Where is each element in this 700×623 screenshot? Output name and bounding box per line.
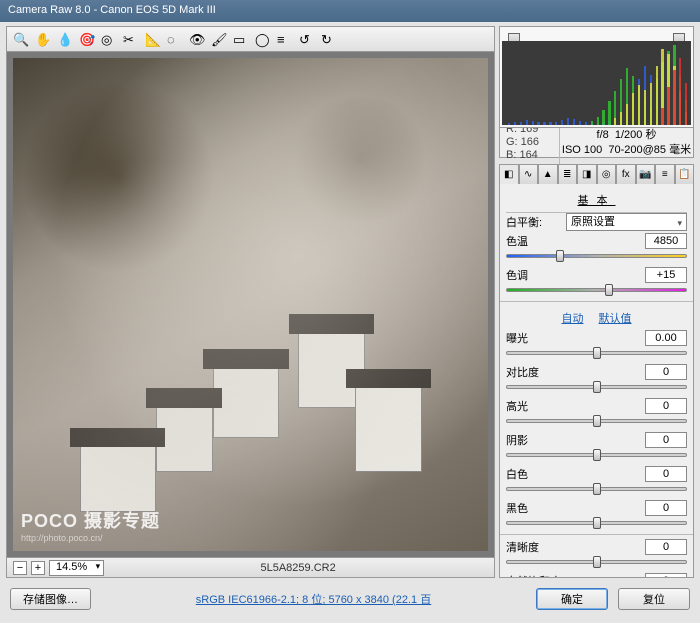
shadows-slider[interactable] bbox=[506, 450, 687, 460]
color-sampler-icon[interactable]: 🎯 bbox=[79, 32, 93, 46]
contrast-slider[interactable] bbox=[506, 382, 687, 392]
shadows-value[interactable]: 0 bbox=[645, 432, 687, 448]
tab-basic-icon[interactable]: ◧ bbox=[499, 164, 519, 184]
auto-link[interactable]: 自动 bbox=[561, 313, 583, 325]
contrast-value[interactable]: 0 bbox=[645, 364, 687, 380]
tab-camera-icon[interactable]: 📷 bbox=[636, 164, 656, 184]
tab-detail-icon[interactable]: ▲ bbox=[538, 164, 558, 184]
wb-select[interactable]: 原照设置 bbox=[566, 213, 687, 231]
exposure-label: 曝光 bbox=[506, 330, 562, 346]
whites-slider[interactable] bbox=[506, 484, 687, 494]
watermark: POCO 摄影专题 http://photo.poco.cn/ bbox=[21, 507, 160, 543]
shadows-label: 阴影 bbox=[506, 432, 562, 448]
whites-label: 白色 bbox=[506, 466, 562, 482]
rotate-ccw-icon[interactable]: ↺ bbox=[299, 32, 313, 46]
tab-lens-icon[interactable]: ◎ bbox=[597, 164, 617, 184]
panel-title: 基本 bbox=[506, 188, 687, 213]
hand-icon[interactable]: ✋ bbox=[35, 32, 49, 46]
default-link[interactable]: 默认值 bbox=[599, 313, 632, 325]
whites-value[interactable]: 0 bbox=[645, 466, 687, 482]
zoom-out-button[interactable]: − bbox=[13, 561, 27, 575]
title-bar: Camera Raw 8.0 - Canon EOS 5D Mark III bbox=[0, 0, 700, 22]
vibrance-label: 自然饱和度 bbox=[506, 573, 562, 578]
tab-fx-icon[interactable]: fx bbox=[616, 164, 636, 184]
spot-removal-icon[interactable]: ◌ bbox=[167, 32, 181, 46]
wb-label: 白平衡: bbox=[506, 214, 562, 230]
highlights-slider[interactable] bbox=[506, 416, 687, 426]
zoom-icon[interactable]: 🔍 bbox=[13, 32, 27, 46]
contrast-label: 对比度 bbox=[506, 364, 562, 380]
tab-presets-icon[interactable]: ≡ bbox=[655, 164, 675, 184]
tint-slider[interactable] bbox=[506, 285, 687, 295]
graduated-filter-icon[interactable]: ▭ bbox=[233, 32, 247, 46]
highlights-value[interactable]: 0 bbox=[645, 398, 687, 414]
temp-slider[interactable] bbox=[506, 251, 687, 261]
metadata-link[interactable]: sRGB IEC61966-2.1; 8 位; 5760 x 3840 (22.… bbox=[101, 591, 526, 607]
eyedropper-white-icon[interactable]: 💧 bbox=[57, 32, 71, 46]
target-adjust-icon[interactable]: ◎ bbox=[101, 32, 115, 46]
clarity-slider[interactable] bbox=[506, 557, 687, 567]
clarity-label: 清晰度 bbox=[506, 539, 562, 555]
filename-label: 5L5A8259.CR2 bbox=[108, 562, 488, 574]
crop-icon[interactable]: ✂ bbox=[123, 32, 137, 46]
blacks-label: 黑色 bbox=[506, 500, 562, 516]
zoom-in-button[interactable]: + bbox=[31, 561, 45, 575]
exposure-value[interactable]: 0.00 bbox=[645, 330, 687, 346]
rotate-cw-icon[interactable]: ↻ bbox=[321, 32, 335, 46]
vibrance-value[interactable]: 0 bbox=[645, 573, 687, 578]
straighten-icon[interactable]: 📐 bbox=[145, 32, 159, 46]
list-icon[interactable]: ≡ bbox=[277, 32, 291, 46]
blacks-slider[interactable] bbox=[506, 518, 687, 528]
tab-curve-icon[interactable]: ∿ bbox=[519, 164, 539, 184]
temp-label: 色温 bbox=[506, 233, 562, 249]
temp-value[interactable]: 4850 bbox=[645, 233, 687, 249]
toolbar: 🔍 ✋ 💧 🎯 ◎ ✂ 📐 ◌ 👁 🖌 ▭ ◯ ≡ ↺ ↻ bbox=[7, 27, 494, 52]
ok-button[interactable]: 确定 bbox=[536, 588, 608, 610]
tab-snapshots-icon[interactable]: 📋 bbox=[675, 164, 695, 184]
panel-tabs: ◧∿▲≣◨◎fx📷≡📋 bbox=[499, 164, 694, 184]
blacks-value[interactable]: 0 bbox=[645, 500, 687, 516]
save-button[interactable]: 存储图像… bbox=[10, 588, 91, 610]
exposure-slider[interactable] bbox=[506, 348, 687, 358]
zoom-select[interactable]: 14.5% bbox=[49, 560, 104, 576]
tint-label: 色调 bbox=[506, 267, 562, 283]
tint-value[interactable]: +15 bbox=[645, 267, 687, 283]
radial-filter-icon[interactable]: ◯ bbox=[255, 32, 269, 46]
highlights-label: 高光 bbox=[506, 398, 562, 414]
adjustment-brush-icon[interactable]: 🖌 bbox=[211, 32, 225, 46]
redeye-icon[interactable]: 👁 bbox=[189, 32, 203, 46]
cancel-button[interactable]: 复位 bbox=[618, 588, 690, 610]
tab-split-icon[interactable]: ◨ bbox=[577, 164, 597, 184]
image-preview[interactable]: POCO 摄影专题 http://photo.poco.cn/ bbox=[13, 58, 488, 551]
tab-hsl-icon[interactable]: ≣ bbox=[558, 164, 578, 184]
histogram bbox=[502, 41, 691, 125]
clarity-value[interactable]: 0 bbox=[645, 539, 687, 555]
readout: R: 169G: 166B: 164 f/8 1/200 秒 ISO 100 7… bbox=[499, 128, 694, 158]
